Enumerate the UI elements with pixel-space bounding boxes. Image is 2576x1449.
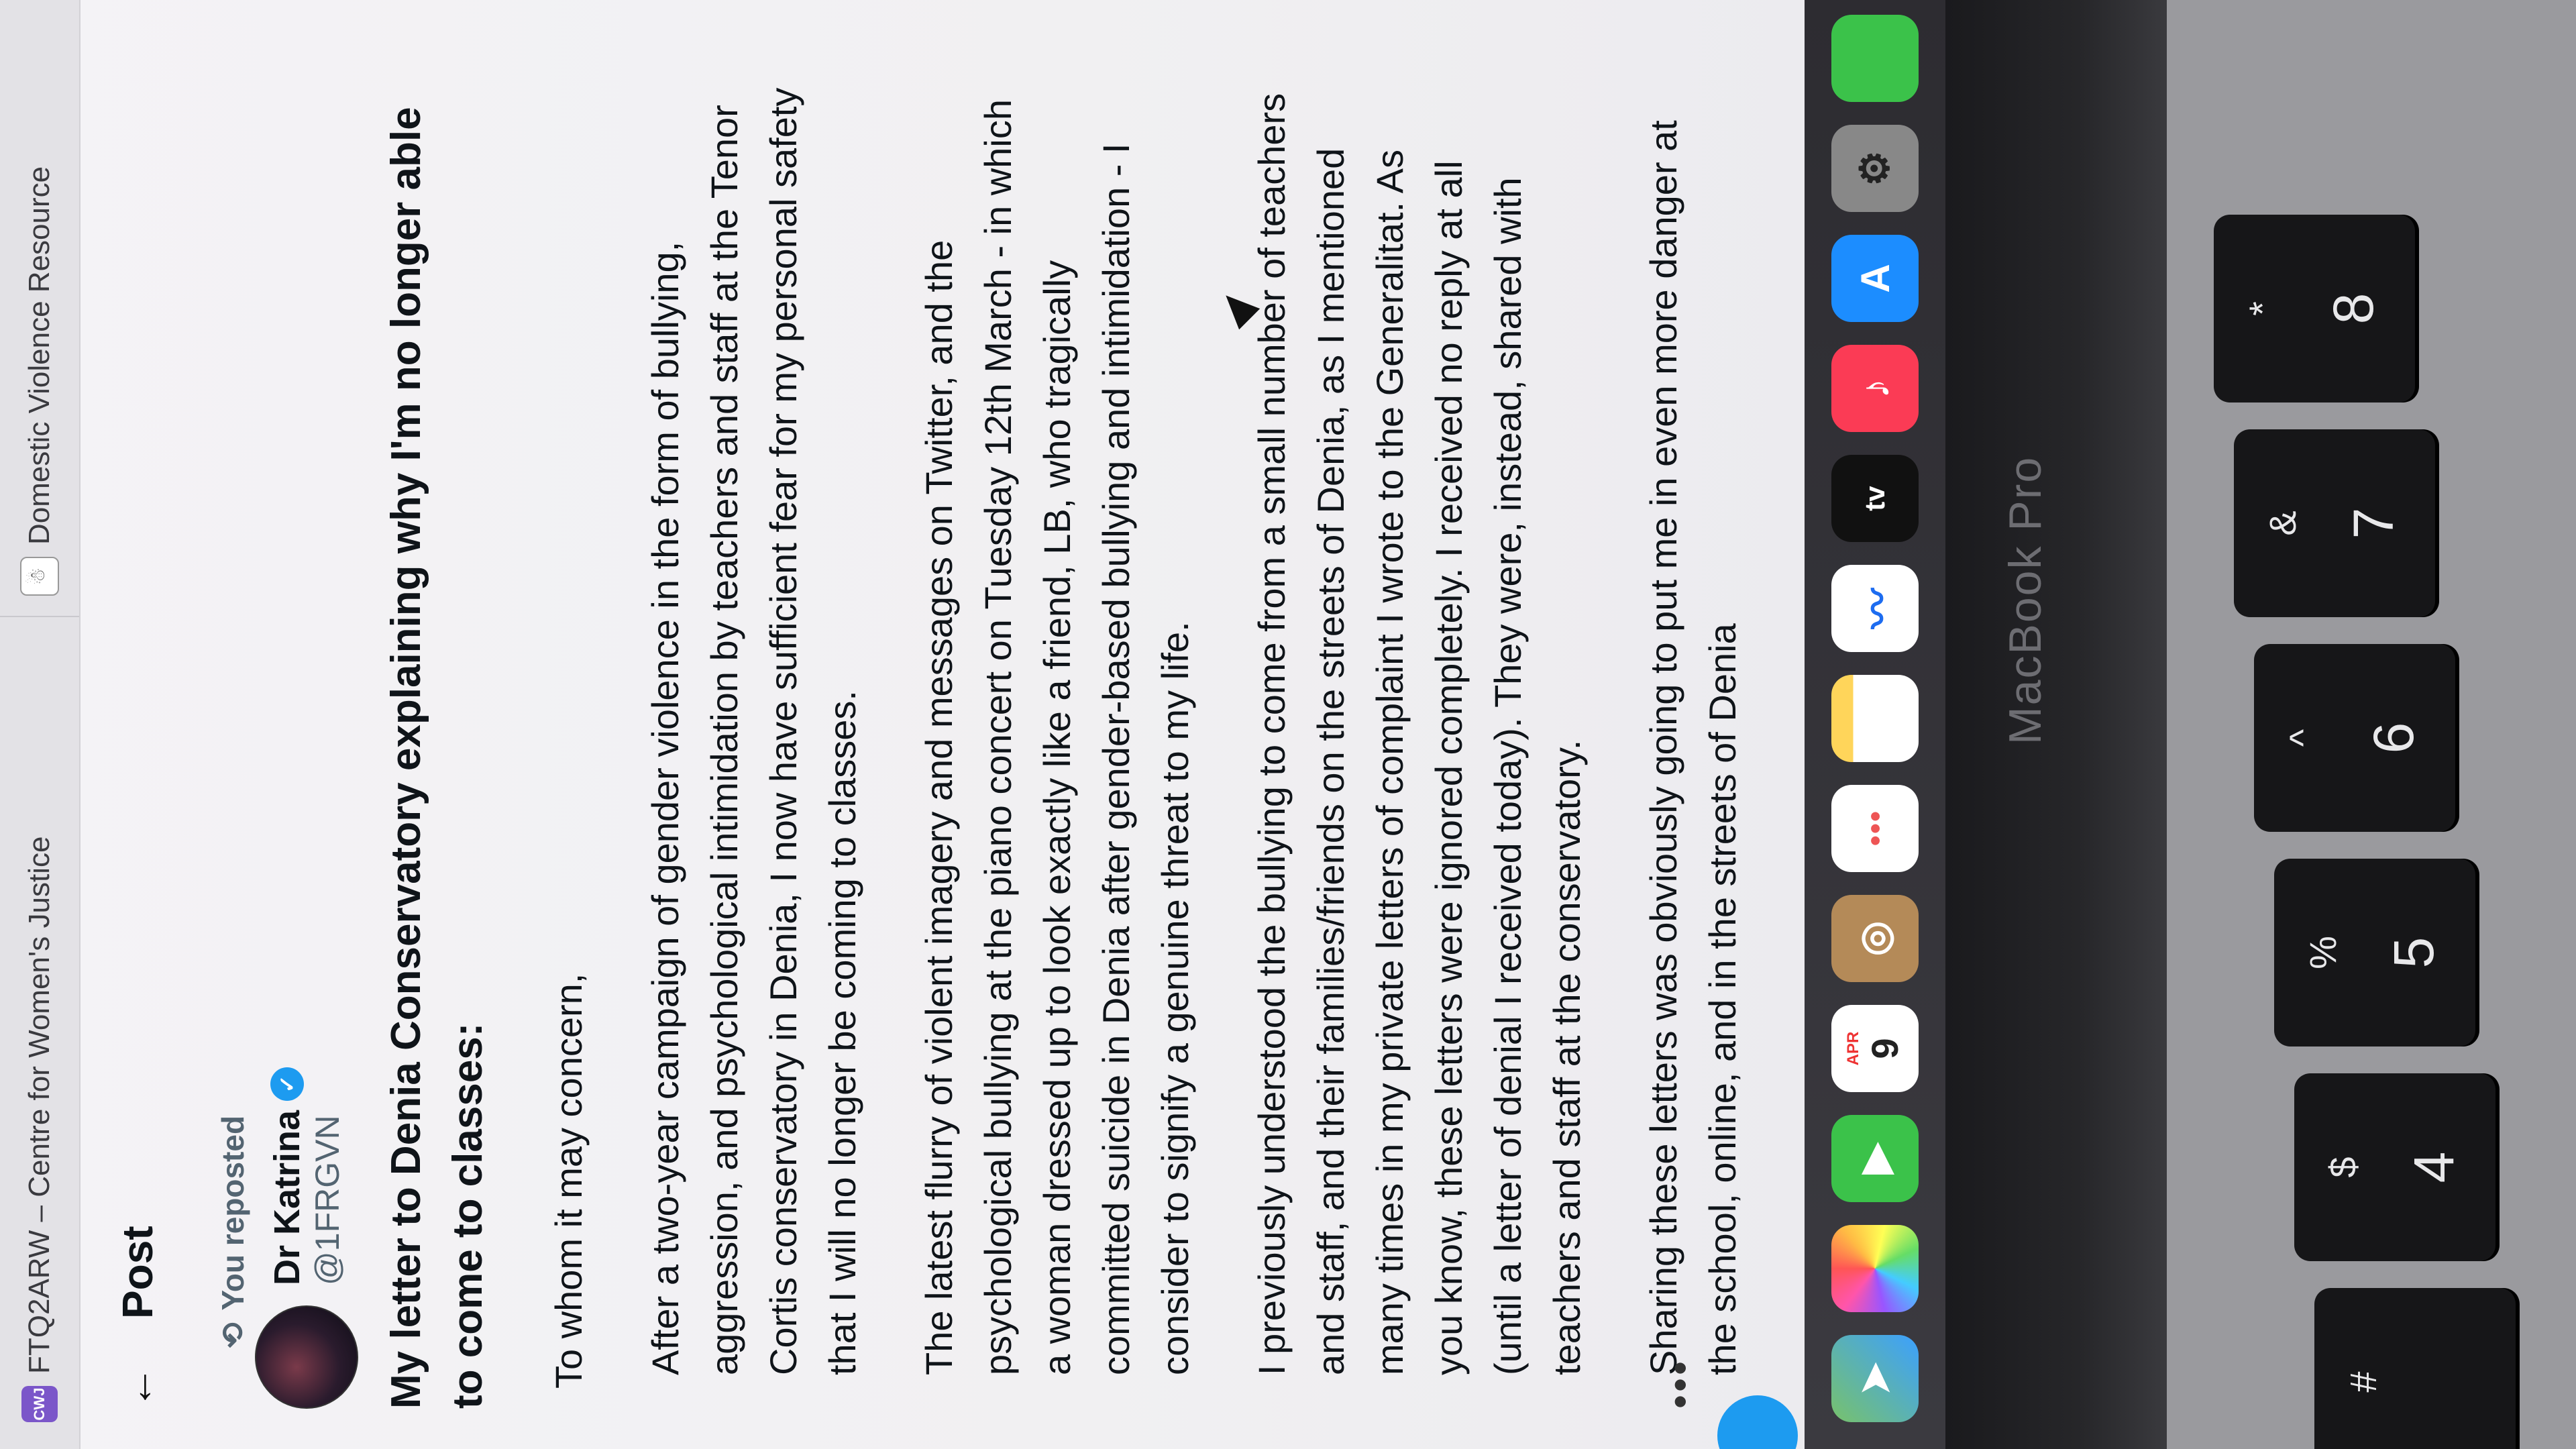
key-6[interactable]: ^ 6: [2254, 644, 2455, 832]
maps-icon[interactable]: ➤: [1831, 1335, 1919, 1422]
calendar-month: APR: [1843, 1031, 1862, 1066]
repost-text: You reposted: [215, 1115, 250, 1311]
laptop-bezel: [1945, 0, 2167, 1449]
author-handle[interactable]: @1FRGVN: [308, 1067, 347, 1285]
tv-label: tv: [1859, 486, 1890, 511]
contacts-icon[interactable]: ◎: [1831, 895, 1919, 982]
author-name[interactable]: Dr Katrina: [266, 1110, 308, 1285]
tab-title: FTQ2ARW – Centre for Women's Justice: [23, 836, 56, 1374]
tab-centre-for-womens-justice[interactable]: CWJ FTQ2ARW – Centre for Women's Justice: [0, 837, 79, 1422]
cwj-logo-icon: CWJ: [21, 1386, 58, 1422]
repost-indicator: ⟲ You reposted: [215, 1116, 251, 1348]
reminders-icon[interactable]: ●●●: [1831, 785, 1919, 872]
post-body: My letter to Denia Conservatory explaini…: [376, 80, 1790, 1409]
calendar-icon[interactable]: APR 9: [1831, 1005, 1919, 1092]
salutation: To whom it may concern,: [547, 973, 590, 1389]
author-name-row: Dr Katrina ✓: [266, 1067, 308, 1285]
apple-tv-icon[interactable]: tv: [1831, 455, 1919, 542]
key-5[interactable]: % 5: [2274, 859, 2475, 1046]
tab-bar: CWJ FTQ2ARW – Centre for Women's Justice…: [0, 0, 80, 1449]
repost-icon: ⟲: [215, 1322, 250, 1348]
paragraph-2: The latest flurry of violent imagery and…: [918, 99, 1196, 1375]
tab-title: Domestic Violence Resource: [23, 166, 56, 545]
tab-domestic-violence-resource[interactable]: ☃ Domestic Violence Resource: [0, 166, 79, 617]
macbook-model-label: MacBook Pro: [2000, 455, 2051, 745]
person-icon: ☃: [20, 557, 59, 596]
verified-badge-icon: ✓: [270, 1067, 304, 1101]
paragraph-1: After a two-year campaign of gender viol…: [644, 87, 863, 1375]
paragraph-4: Sharing these letters was obviously goin…: [1642, 120, 1743, 1375]
post-author[interactable]: Dr Katrina ✓ @1FRGVN: [255, 1067, 358, 1409]
photos-icon[interactable]: [1831, 1225, 1919, 1312]
author-text: Dr Katrina ✓ @1FRGVN: [266, 1067, 347, 1285]
key-8[interactable]: * 8: [2214, 215, 2415, 402]
facetime-icon[interactable]: ▶: [1831, 1115, 1919, 1202]
music-icon[interactable]: ♪: [1831, 345, 1919, 432]
back-arrow-icon[interactable]: ←: [113, 1366, 162, 1409]
key-4[interactable]: $ 4: [2294, 1073, 2496, 1261]
messages-icon[interactable]: [1831, 15, 1919, 102]
notes-icon[interactable]: [1831, 675, 1919, 762]
more-options-icon[interactable]: •••: [1657, 1358, 1703, 1409]
freeform-icon[interactable]: 〰: [1831, 565, 1919, 652]
paragraph-3: I previously understood the bullying to …: [1250, 93, 1588, 1375]
system-settings-icon[interactable]: ⚙: [1831, 125, 1919, 212]
macos-dock: ➤ ▶ APR 9 ◎ ●●● 〰 tv ♪ A ⚙: [1805, 0, 1945, 1449]
avatar[interactable]: [255, 1305, 358, 1409]
keyboard: # $ 4 % 5 ^ 6 & 7 * 8: [2167, 0, 2576, 1449]
app-store-icon[interactable]: A: [1831, 235, 1919, 322]
key-3[interactable]: #: [2314, 1288, 2516, 1449]
post-header: ← Post: [94, 134, 181, 1409]
post-headline: My letter to Denia Conservatory explaini…: [383, 107, 491, 1409]
rotated-photo-stage: CWJ FTQ2ARW – Centre for Women's Justice…: [0, 0, 2576, 1449]
calendar-day: 9: [1863, 1038, 1906, 1059]
page-title: Post: [113, 1226, 162, 1319]
browser-window: CWJ FTQ2ARW – Centre for Women's Justice…: [0, 0, 1805, 1449]
key-7[interactable]: & 7: [2234, 429, 2435, 617]
